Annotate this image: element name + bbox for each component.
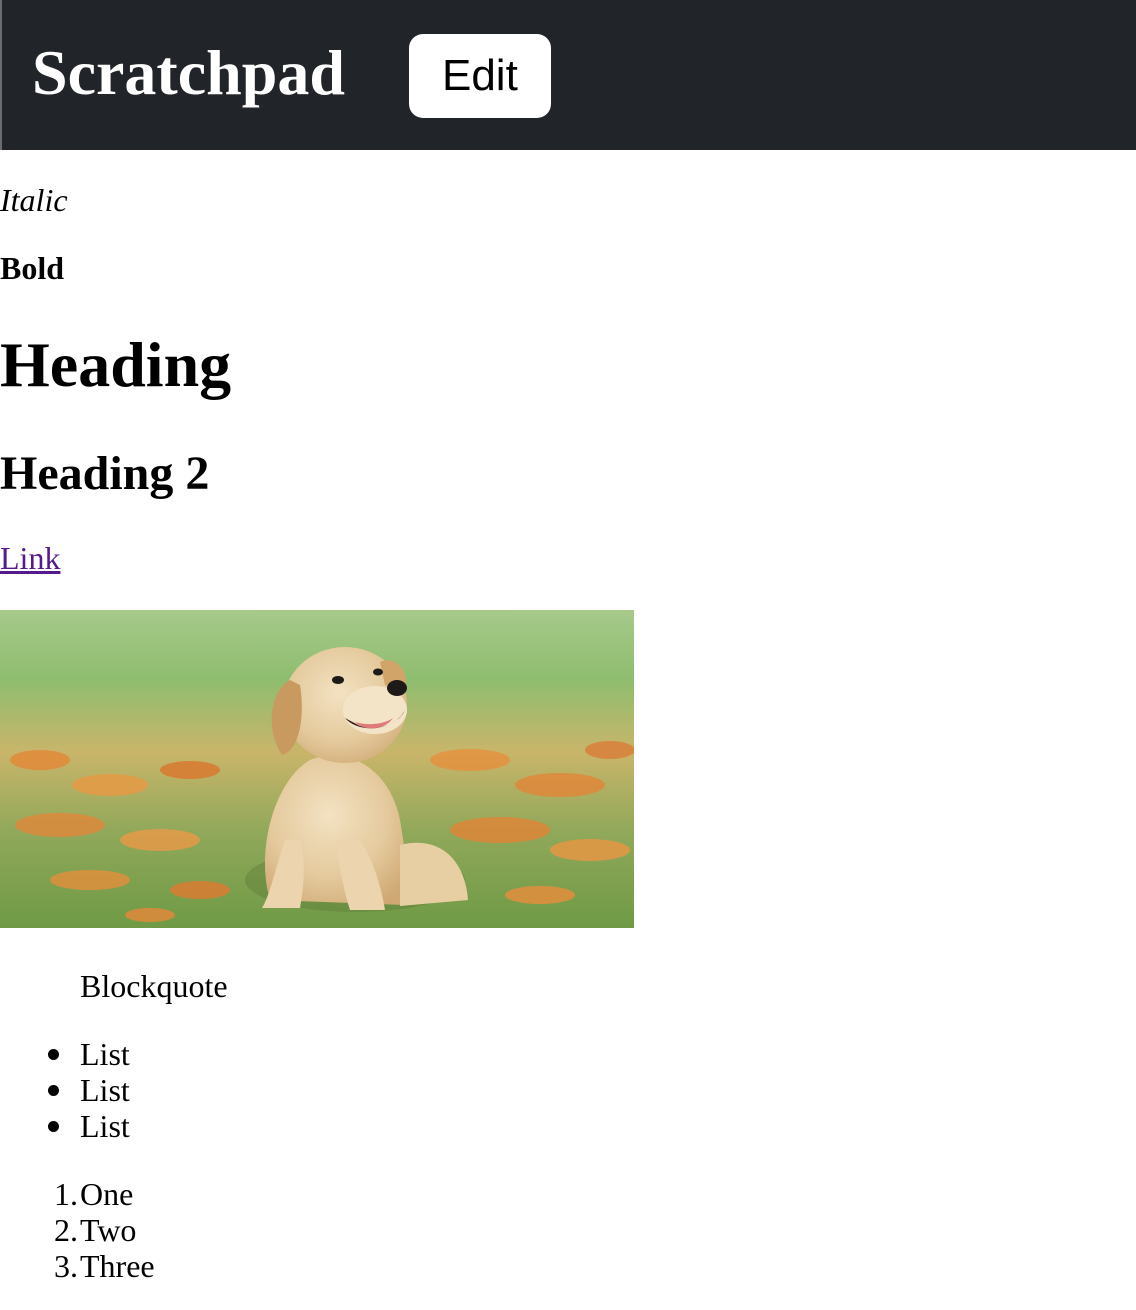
bullet-icon	[48, 1085, 59, 1096]
heading-1: Heading	[0, 329, 232, 400]
link[interactable]: Link	[0, 540, 60, 576]
bullet-icon	[48, 1049, 59, 1060]
bullet-icon	[48, 1121, 59, 1132]
list-number: 2.	[54, 1212, 78, 1248]
list-number: 3.	[54, 1248, 78, 1284]
list-item: List	[0, 1036, 130, 1072]
ordered-list: 1. One 2. Two 3. Three	[0, 1176, 155, 1284]
italic-text: Italic	[0, 182, 68, 218]
list-number: 1.	[54, 1176, 78, 1212]
top-bar: Scratchpad Edit	[0, 0, 1136, 150]
ordered-list-item: 1. One	[0, 1176, 155, 1212]
blockquote: Blockquote	[80, 968, 228, 1004]
list-item: List	[0, 1108, 130, 1144]
bullet-list: List List List	[0, 1036, 130, 1144]
document-content: Italic Bold Heading Heading 2 Link Block…	[0, 150, 1136, 1310]
list-item-text: One	[80, 1176, 134, 1212]
list-item: List	[0, 1072, 130, 1108]
list-item-text: Three	[80, 1248, 155, 1284]
list-item-text: List	[80, 1036, 130, 1072]
ordered-list-item: 2. Two	[0, 1212, 155, 1248]
list-item-text: List	[80, 1072, 130, 1108]
app-title: Scratchpad	[32, 37, 345, 108]
heading-2: Heading 2	[0, 447, 210, 500]
edit-button[interactable]: Edit	[408, 34, 551, 118]
ordered-list-item: 3. Three	[0, 1248, 155, 1284]
puppy-photo	[0, 610, 634, 928]
list-item-text: Two	[80, 1212, 137, 1248]
list-item-text: List	[80, 1108, 130, 1144]
bold-text: Bold	[0, 250, 65, 286]
